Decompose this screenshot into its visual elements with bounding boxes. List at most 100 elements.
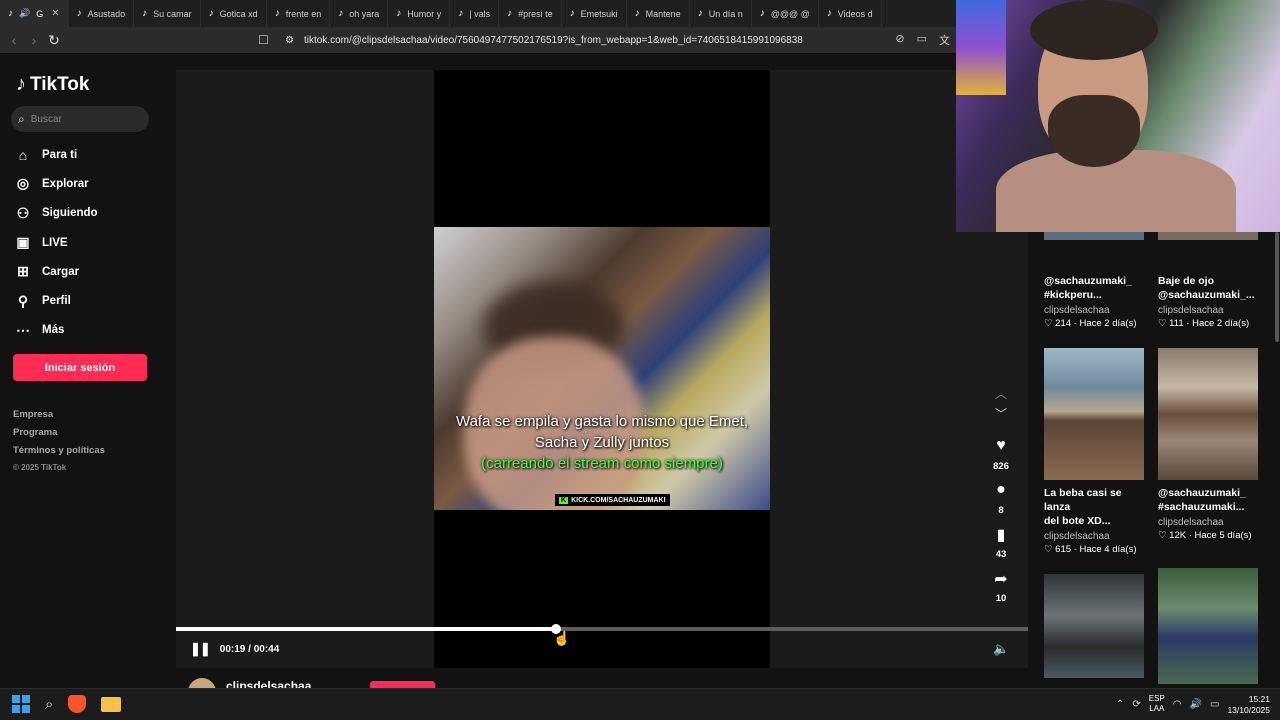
back-icon[interactable]: ‹ xyxy=(4,32,24,48)
tiktok-logo[interactable]: ♪ TikTok xyxy=(16,73,89,96)
battery-icon[interactable]: ▭ xyxy=(1210,699,1219,710)
bookmark-icon[interactable]: ☐ xyxy=(258,33,269,47)
upload-icon: ⊞ xyxy=(17,263,29,280)
sidebar-item-para-ti[interactable]: ⌂ Para ti xyxy=(14,140,98,169)
video-card[interactable]: Baje de ojo @sachauzumaki_... clipsdelsa… xyxy=(1158,232,1258,329)
video-card-meta: ♡ 111 · Hace 2 día(s) xyxy=(1158,318,1250,329)
volume-icon[interactable]: 🔊 xyxy=(1190,699,1202,710)
browser-tab[interactable]: ♪ oh yara xyxy=(330,0,389,27)
sidebar-item-mas[interactable]: ⋯ Más xyxy=(14,316,98,345)
pause-icon[interactable]: ❚❚ xyxy=(190,641,211,657)
compass-icon: ◎ xyxy=(16,175,30,192)
sync-icon[interactable]: ⟳ xyxy=(1132,699,1140,710)
chevron-up-icon[interactable]: ︿ xyxy=(984,385,1018,405)
footer-link-programa[interactable]: Programa xyxy=(13,427,105,445)
search-icon: ⌕ xyxy=(18,111,25,126)
author-name[interactable]: clipsdelsachaa xyxy=(226,679,311,688)
browser-tab[interactable]: ♪ | vals xyxy=(450,0,500,27)
tiktok-icon: ♪ xyxy=(634,8,640,19)
following-icon: ⚇ xyxy=(16,204,30,221)
video-card-author[interactable]: clipsdelsachaa xyxy=(1044,305,1144,316)
video-card[interactable]: La beba casi se lanza del bote XD... cli… xyxy=(1044,348,1144,555)
video-thumbnail[interactable] xyxy=(1158,232,1258,240)
tab-label: oh yara xyxy=(349,8,380,19)
chevron-down-icon[interactable]: ﹀ xyxy=(984,405,1018,425)
comment-button[interactable]: ● 8 xyxy=(984,481,1018,519)
translate-icon[interactable]: 文 xyxy=(939,32,950,48)
browser-tab[interactable]: ♪ #presi te xyxy=(499,0,562,27)
wifi-icon[interactable]: ◠ xyxy=(1173,699,1182,710)
browser-tab[interactable]: ♪ Un día n xyxy=(690,0,752,27)
video-card-title: @sachauzumaki_ #sachauzumaki... xyxy=(1158,486,1258,514)
sidebar-item-siguiendo[interactable]: ⚇ Siguiendo xyxy=(14,199,98,228)
sidebar-item-perfil[interactable]: ⚲ Perfil xyxy=(14,286,98,315)
browser-tab[interactable]: ♪ Videos d xyxy=(819,0,882,27)
video-thumbnail[interactable] xyxy=(1044,232,1144,240)
avatar[interactable] xyxy=(188,678,216,688)
windows-start-icon[interactable] xyxy=(12,695,30,713)
browser-tab[interactable]: ♪ Humor y xyxy=(388,0,451,27)
brave-browser-icon[interactable] xyxy=(68,695,87,713)
webcam-person-beard xyxy=(1048,95,1140,167)
footer-link-empresa[interactable]: Empresa xyxy=(13,409,105,427)
like-button[interactable]: ♥ 826 xyxy=(984,437,1018,475)
mouse-cursor-icon: ☝ xyxy=(553,630,571,646)
login-button[interactable]: Iniciar sesión xyxy=(13,354,147,381)
browser-tab[interactable]: ♪ @@@ @ xyxy=(752,0,819,27)
browser-tab[interactable]: ♪ frente en xyxy=(267,0,331,27)
share-count: 10 xyxy=(995,593,1007,604)
browser-tab[interactable]: ♪ Su camar xyxy=(134,0,201,27)
file-explorer-icon[interactable] xyxy=(101,696,122,712)
share-button[interactable]: ➦ 10 xyxy=(984,569,1018,607)
browser-tab[interactable]: ♪ Asustado xyxy=(69,0,135,27)
video-thumbnail[interactable] xyxy=(1158,348,1258,480)
browser-tab[interactable]: ♪ Gotica xd xyxy=(201,0,267,27)
video-card[interactable] xyxy=(1044,574,1144,678)
progress-fill xyxy=(176,627,556,631)
cast-icon[interactable]: ▭ xyxy=(917,32,927,48)
video-thumbnail[interactable] xyxy=(1044,574,1144,678)
video-card-author[interactable]: clipsdelsachaa xyxy=(1158,305,1258,316)
video-card-author[interactable]: clipsdelsachaa xyxy=(1044,531,1144,542)
footer-link-terminos[interactable]: Términos y políticas xyxy=(13,445,105,463)
video-progress-bar[interactable] xyxy=(176,624,1028,634)
sidebar-item-live[interactable]: ▣ LIVE xyxy=(14,228,98,257)
search-box[interactable]: ⌕ xyxy=(11,106,149,132)
video-thumbnail[interactable] xyxy=(1044,348,1144,480)
forward-icon[interactable]: › xyxy=(24,32,44,48)
sidebar-item-label: Explorar xyxy=(42,177,89,190)
video-frame[interactable]: Wafa se empila y gasta lo mismo que Emet… xyxy=(434,227,770,510)
home-icon: ⌂ xyxy=(18,146,28,163)
webcam-overlay xyxy=(956,0,1280,232)
browser-tab[interactable]: ♪ Mantene xyxy=(627,0,690,27)
sidebar-item-label: LIVE xyxy=(42,236,68,249)
follow-button[interactable] xyxy=(370,681,435,688)
chevron-up-icon[interactable]: ⌃ xyxy=(1116,699,1124,710)
video-card[interactable]: @sachauzumaki_ #kickperu... clipsdelsach… xyxy=(1044,232,1144,329)
browser-tab[interactable]: ♪ Emetsuki xyxy=(562,0,627,27)
sidebar-item-cargar[interactable]: ⊞ Cargar xyxy=(14,257,98,286)
volume-icon[interactable]: 🔈 xyxy=(993,641,1009,657)
video-card[interactable]: @sachauzumaki_ #sachauzumaki... clipsdel… xyxy=(1158,348,1258,541)
search-input[interactable] xyxy=(30,113,131,125)
heart-outline-icon: ♡ xyxy=(1158,318,1167,329)
video-card-author[interactable]: clipsdelsachaa xyxy=(1158,517,1258,528)
language-indicator[interactable]: ESP LAA xyxy=(1149,694,1165,714)
video-thumbnail[interactable] xyxy=(1158,568,1258,684)
close-tab-icon[interactable]: ✕ xyxy=(51,8,59,19)
site-info-icon[interactable]: ⚙ xyxy=(285,35,294,46)
reload-icon[interactable]: ↻ xyxy=(44,32,64,49)
save-button[interactable]: ▮ 43 xyxy=(984,525,1018,563)
video-card[interactable] xyxy=(1158,568,1258,684)
video-card-title: Baje de ojo @sachauzumaki_... xyxy=(1158,274,1258,302)
scrollbar[interactable] xyxy=(1275,232,1279,342)
browser-tab-active[interactable]: ♪ 🔊 G ✕ xyxy=(0,0,69,27)
sidebar-item-explorar[interactable]: ◎ Explorar xyxy=(14,169,98,198)
url-text: tiktok.com/@clipsdelsachaa/video/7560497… xyxy=(303,34,803,46)
block-icon[interactable]: ⊘ xyxy=(895,32,904,48)
search-icon[interactable]: ⌕ xyxy=(45,696,53,713)
comment-count: 8 xyxy=(998,505,1004,516)
taskbar-clock[interactable]: 15:21 13/10/2025 xyxy=(1226,694,1270,716)
url-field[interactable]: ⚙ tiktok.com/@clipsdelsachaa/video/75604… xyxy=(285,27,803,53)
tab-label: @@@ @ xyxy=(770,8,810,19)
